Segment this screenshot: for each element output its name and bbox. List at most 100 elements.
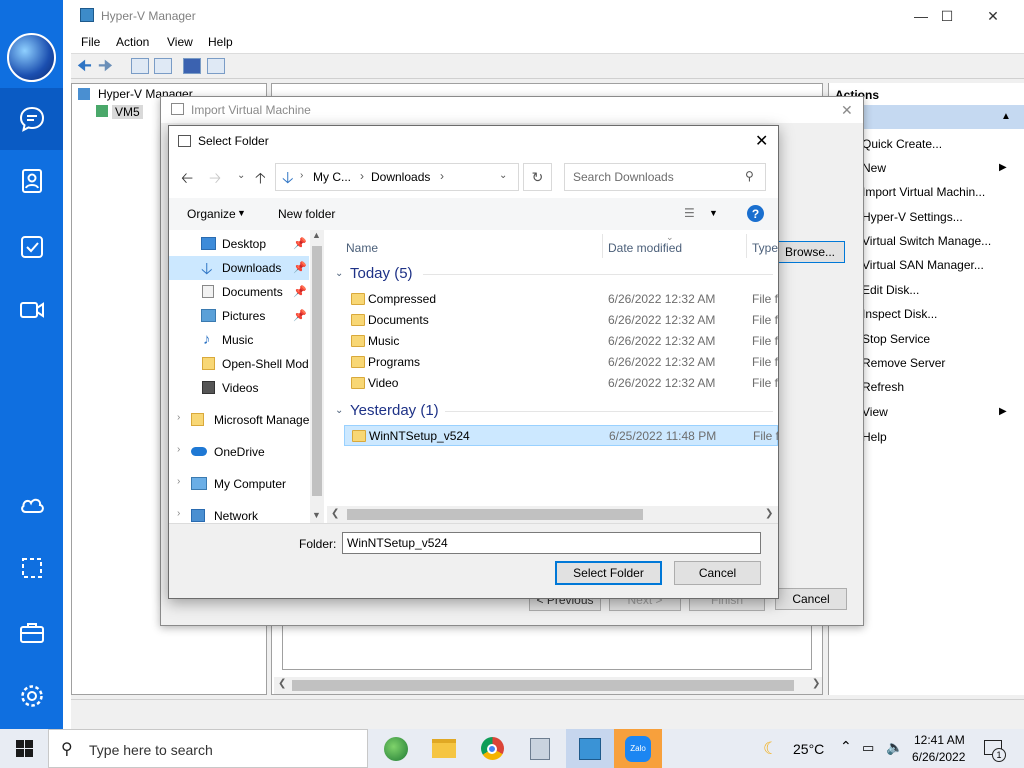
pin-icon[interactable]: 📌	[293, 261, 307, 274]
briefcase-icon[interactable]	[0, 601, 63, 663]
nav-downloads[interactable]: 🡣 Downloads 📌	[169, 256, 309, 280]
refresh-icon[interactable]: ↻	[523, 163, 552, 191]
center-scroll-thumb[interactable]	[292, 680, 794, 691]
nav-open-shell[interactable]: Open-Shell Mod	[169, 352, 309, 376]
collapse-icon[interactable]: ▲	[1001, 111, 1011, 122]
chrome-icon[interactable]	[468, 729, 516, 768]
contacts-icon[interactable]	[0, 150, 63, 212]
search-box[interactable]: Search Downloads ⚲	[564, 163, 766, 191]
action-import[interactable]: Import Virtual Machin...	[862, 185, 985, 199]
organize-button[interactable]: Organize	[187, 207, 236, 221]
action-refresh[interactable]: Refresh	[862, 380, 904, 394]
expand-icon[interactable]: ›	[177, 444, 180, 455]
action-stop-service[interactable]: Stop Service	[862, 332, 930, 346]
nav-onedrive[interactable]: › OneDrive	[169, 440, 309, 464]
list-item[interactable]: Programs 6/26/2022 12:32 AM File fo	[344, 352, 778, 373]
scroll-left-icon[interactable]: ❮	[331, 508, 339, 519]
nav-pictures[interactable]: Pictures 📌	[169, 304, 309, 328]
action-view[interactable]: View	[862, 405, 888, 419]
nav-microsoft-manage[interactable]: › Microsoft Manage	[169, 408, 309, 432]
taskbar-search-input[interactable]: Type here to search	[89, 742, 213, 758]
nav-my-computer[interactable]: › My Computer	[169, 472, 309, 496]
close-icon[interactable]: ✕	[841, 102, 853, 119]
browser-globe-icon[interactable]	[372, 729, 420, 768]
taskbar-search[interactable]: ⚲ Type here to search	[48, 729, 368, 768]
scroll-up-icon[interactable]: ▲	[312, 230, 321, 240]
list-item[interactable]: Music 6/26/2022 12:32 AM File fo	[344, 331, 778, 352]
action-quick-create[interactable]: Quick Create...	[862, 137, 942, 151]
nav-documents[interactable]: Documents 📌	[169, 280, 309, 304]
expand-icon[interactable]: ›	[177, 476, 180, 487]
menu-file[interactable]: File	[81, 35, 100, 49]
close-icon[interactable]: ✕	[970, 0, 1016, 32]
windows-start-icon[interactable]	[0, 729, 48, 768]
scroll-down-icon[interactable]: ▼	[312, 510, 321, 520]
clock-time[interactable]: 12:41 AM	[914, 733, 965, 747]
list-item-selected[interactable]: WinNTSetup_v524 6/25/2022 11:48 PM File …	[344, 425, 779, 446]
search-icon[interactable]: ⚲	[745, 169, 754, 183]
action-switch-manager[interactable]: Virtual Switch Manage...	[862, 234, 991, 248]
up-folder-icon[interactable]	[131, 58, 149, 74]
pin-icon[interactable]: 📌	[293, 237, 307, 250]
file-explorer-icon[interactable]	[420, 729, 468, 768]
action-help[interactable]: Help	[862, 430, 887, 444]
pin-icon[interactable]: 📌	[293, 285, 307, 298]
menu-view[interactable]: View	[167, 35, 193, 49]
collapse-group-icon[interactable]: ⌄	[335, 268, 343, 279]
network-icon[interactable]: ▭	[862, 740, 874, 756]
column-type[interactable]: Type	[752, 241, 778, 255]
column-divider[interactable]	[746, 234, 747, 258]
forward-icon[interactable]: 🠊	[98, 55, 116, 75]
cancel-button[interactable]: Cancel	[674, 561, 761, 585]
action-remove-server[interactable]: Remove Server	[862, 356, 945, 370]
settings-icon[interactable]	[0, 665, 63, 727]
view-options-icon[interactable]: ☰	[684, 206, 695, 220]
volume-icon[interactable]: 🔈	[886, 739, 903, 756]
back-icon[interactable]: 🠈	[77, 55, 95, 75]
pin-icon[interactable]: 📌	[293, 309, 307, 322]
nav-desktop[interactable]: Desktop 📌	[169, 232, 309, 256]
maximize-icon[interactable]: ☐	[924, 0, 970, 32]
expand-icon[interactable]: ›	[177, 508, 180, 519]
tree-vm5[interactable]: VM5	[112, 105, 143, 119]
action-edit-disk[interactable]: Edit Disk...	[862, 283, 919, 297]
chevron-down-icon[interactable]: ▼	[237, 208, 246, 218]
expand-icon[interactable]: ›	[177, 412, 180, 423]
forward-icon[interactable]: 🡢	[209, 168, 221, 193]
action-pane-icon[interactable]	[207, 58, 225, 74]
video-call-icon[interactable]	[0, 279, 63, 341]
menu-action[interactable]: Action	[116, 35, 149, 49]
nav-music[interactable]: ♪ Music	[169, 328, 309, 352]
chevron-up-icon[interactable]: ⌃	[840, 738, 852, 755]
list-item[interactable]: Documents 6/26/2022 12:32 AM File fo	[344, 310, 778, 331]
select-folder-button[interactable]: Select Folder	[555, 561, 662, 585]
clock-date[interactable]: 6/26/2022	[912, 750, 965, 764]
help-icon[interactable]	[183, 58, 201, 74]
list-item[interactable]: Compressed 6/26/2022 12:32 AM File fo	[344, 289, 778, 310]
group-yesterday[interactable]: Yesterday (1)	[350, 402, 439, 419]
action-inspect-disk[interactable]: Inspect Disk...	[862, 307, 937, 321]
search-input[interactable]: Search Downloads	[573, 170, 674, 184]
address-bar[interactable]: 🡣 › My C... › Downloads › ⌄	[275, 163, 519, 191]
hyperv-taskbar-icon[interactable]	[566, 729, 614, 768]
menu-help[interactable]: Help	[208, 35, 233, 49]
scroll-left-icon[interactable]: ❮	[278, 678, 286, 689]
tasks-icon[interactable]	[0, 216, 63, 278]
nav-scroll-thumb[interactable]	[312, 246, 322, 496]
browse-button[interactable]: Browse...	[775, 241, 845, 263]
group-today[interactable]: Today (5)	[350, 265, 413, 282]
column-name[interactable]: Name	[346, 241, 378, 255]
control-panel-icon[interactable]	[516, 729, 564, 768]
list-item[interactable]: Video 6/26/2022 12:32 AM File fo	[344, 373, 778, 394]
avatar[interactable]	[7, 33, 56, 82]
folder-input[interactable]	[342, 532, 761, 554]
breadcrumb-downloads[interactable]: Downloads	[371, 170, 430, 184]
breadcrumb-my-computer[interactable]: My C...	[313, 170, 351, 184]
recent-locations-icon[interactable]: ⌄	[237, 170, 245, 181]
action-san-manager[interactable]: Virtual SAN Manager...	[862, 258, 984, 272]
help-icon[interactable]: ?	[747, 205, 764, 222]
scroll-right-icon[interactable]: ❯	[812, 678, 820, 689]
chat-icon[interactable]	[0, 88, 63, 150]
scroll-right-icon[interactable]: ❯	[765, 508, 773, 519]
list-scroll-thumb[interactable]	[347, 509, 643, 520]
